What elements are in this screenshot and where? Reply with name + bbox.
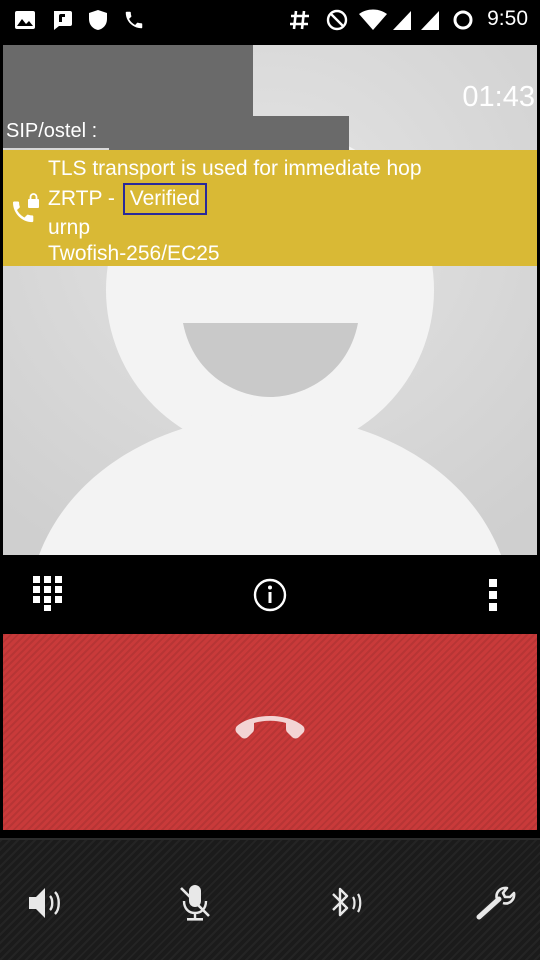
in-call-actions: [3, 559, 537, 629]
speaker-icon[interactable]: [20, 880, 70, 926]
call-end-icon: [234, 712, 306, 749]
settings-wrench-icon[interactable]: [470, 880, 520, 926]
mic-off-icon[interactable]: [170, 880, 220, 926]
clock: 9:50: [487, 7, 528, 30]
verified-badge[interactable]: Verified: [122, 182, 207, 215]
signal-icon-2: [420, 9, 440, 31]
secure-call-icon: [8, 192, 42, 231]
signal-icon: [392, 9, 412, 31]
more-vert-icon[interactable]: [487, 578, 499, 612]
redacted-area: [3, 45, 253, 118]
audio-controls-bar: [0, 838, 540, 960]
bluetooth-icon[interactable]: [320, 880, 370, 926]
shield-icon: [88, 9, 108, 31]
remote-address: SIP/ostel :: [6, 120, 98, 142]
call-card: 01:43 SIP/ostel : TLS transport is used …: [3, 45, 537, 555]
chat-icon: [51, 9, 73, 31]
redacted-area: [109, 116, 349, 150]
zrtp-status: ZRTP - Verified: [48, 182, 422, 215]
cipher-info: Twofish-256/EC25: [48, 242, 220, 265]
do-not-disturb-icon: [326, 9, 348, 31]
hash-icon: [289, 9, 311, 31]
transport-info: TLS transport is used for immediate hop: [48, 157, 422, 180]
security-banner: TLS transport is used for immediate hop …: [3, 150, 537, 266]
zrtp-prefix: ZRTP -: [48, 186, 121, 210]
call-timer: 01:43: [462, 81, 535, 113]
end-call-button[interactable]: [3, 634, 537, 830]
phone-icon: [123, 9, 145, 31]
dialpad-icon[interactable]: [32, 575, 64, 611]
wifi-icon: [358, 9, 388, 31]
image-icon: [14, 9, 36, 31]
status-bar: 9:50: [0, 0, 540, 42]
info-icon[interactable]: [253, 578, 287, 612]
sas-string: urnp: [48, 215, 91, 239]
ring-icon: [452, 9, 474, 31]
